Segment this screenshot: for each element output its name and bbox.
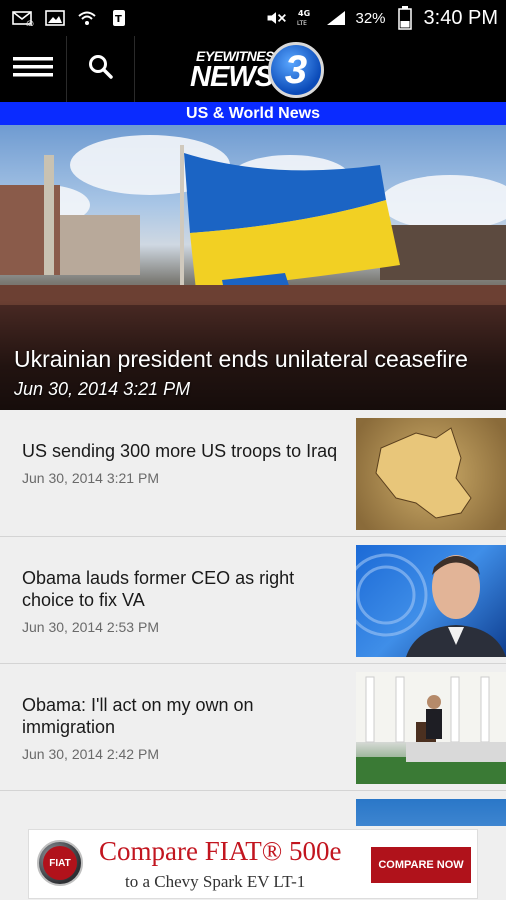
logo-line-2: NEWS — [190, 61, 274, 93]
svg-text:LTE: LTE — [297, 20, 307, 27]
section-title: US & World News — [0, 102, 506, 125]
svg-text:T: T — [115, 14, 122, 25]
list-item[interactable]: US sending 300 more US troops to Iraq Ju… — [0, 410, 506, 537]
ad-subline: to a Chevy Spark EV LT-1 — [125, 872, 306, 891]
news-list: US sending 300 more US troops to Iraq Ju… — [0, 410, 506, 826]
article-title[interactable]: Obama lauds former CEO as right choice t… — [22, 567, 342, 611]
list-item[interactable] — [0, 791, 506, 826]
ad-headline: Compare FIAT® 500e — [99, 836, 342, 866]
wifi-icon — [76, 9, 98, 27]
article-thumbnail[interactable] — [356, 418, 506, 530]
image-icon — [44, 9, 66, 27]
svg-text:4G: 4G — [298, 9, 310, 18]
signal-icon — [325, 9, 347, 27]
hamburger-menu-icon — [13, 55, 53, 84]
ad-banner[interactable]: FIAT Compare FIAT® 500e to a Chevy Spark… — [28, 829, 478, 899]
svg-text:@: @ — [26, 19, 34, 26]
article-title[interactable]: Obama: I'll act on my own on immigration — [22, 694, 342, 738]
logo-circle: 3 — [268, 42, 324, 98]
eyewitness-news-3-logo[interactable]: EYEWITNESS NEWS 3 — [186, 40, 326, 98]
article-thumbnail[interactable] — [356, 672, 506, 784]
menu-button[interactable] — [0, 36, 67, 102]
article-title[interactable]: US sending 300 more US troops to Iraq — [22, 440, 342, 462]
4g-lte-icon: 4G LTE — [295, 9, 317, 27]
article-date: Jun 30, 2014 2:53 PM — [22, 619, 159, 635]
battery-percent: 32% — [355, 9, 386, 27]
article-date: Jun 30, 2014 2:42 PM — [22, 746, 159, 762]
status-bar: @ T 4G LTE 32% 3:40 PM — [0, 0, 506, 36]
list-item[interactable]: Obama: I'll act on my own on immigration… — [0, 664, 506, 791]
article-date: Jun 30, 2014 3:21 PM — [22, 470, 159, 486]
hero-headline[interactable]: Ukrainian president ends unilateral ceas… — [14, 346, 468, 373]
search-icon — [88, 54, 114, 85]
white-house-image — [356, 672, 506, 784]
portrait-image — [356, 553, 506, 657]
compare-now-button[interactable]: COMPARE NOW — [371, 847, 471, 883]
ad-area: FIAT Compare FIAT® 500e to a Chevy Spark… — [0, 826, 506, 900]
list-item[interactable]: Obama lauds former CEO as right choice t… — [0, 537, 506, 664]
tmobile-icon: T — [108, 9, 130, 27]
battery-icon — [394, 6, 416, 30]
app-header: EYEWITNESS NEWS 3 — [0, 36, 506, 102]
search-button[interactable] — [68, 36, 135, 102]
mail-icon: @ — [12, 9, 34, 27]
logo-number: 3 — [284, 47, 308, 92]
fiat-logo: FIAT — [37, 840, 83, 886]
hero-story[interactable]: Ukrainian president ends unilateral ceas… — [0, 125, 506, 410]
mute-icon — [265, 9, 287, 27]
clock: 3:40 PM — [423, 6, 498, 29]
iraq-map-image — [375, 427, 472, 519]
article-thumbnail[interactable] — [356, 799, 506, 826]
fiat-logo-text: FIAT — [43, 846, 77, 880]
article-thumbnail[interactable] — [356, 545, 506, 657]
hero-date: Jun 30, 2014 3:21 PM — [14, 379, 191, 399]
